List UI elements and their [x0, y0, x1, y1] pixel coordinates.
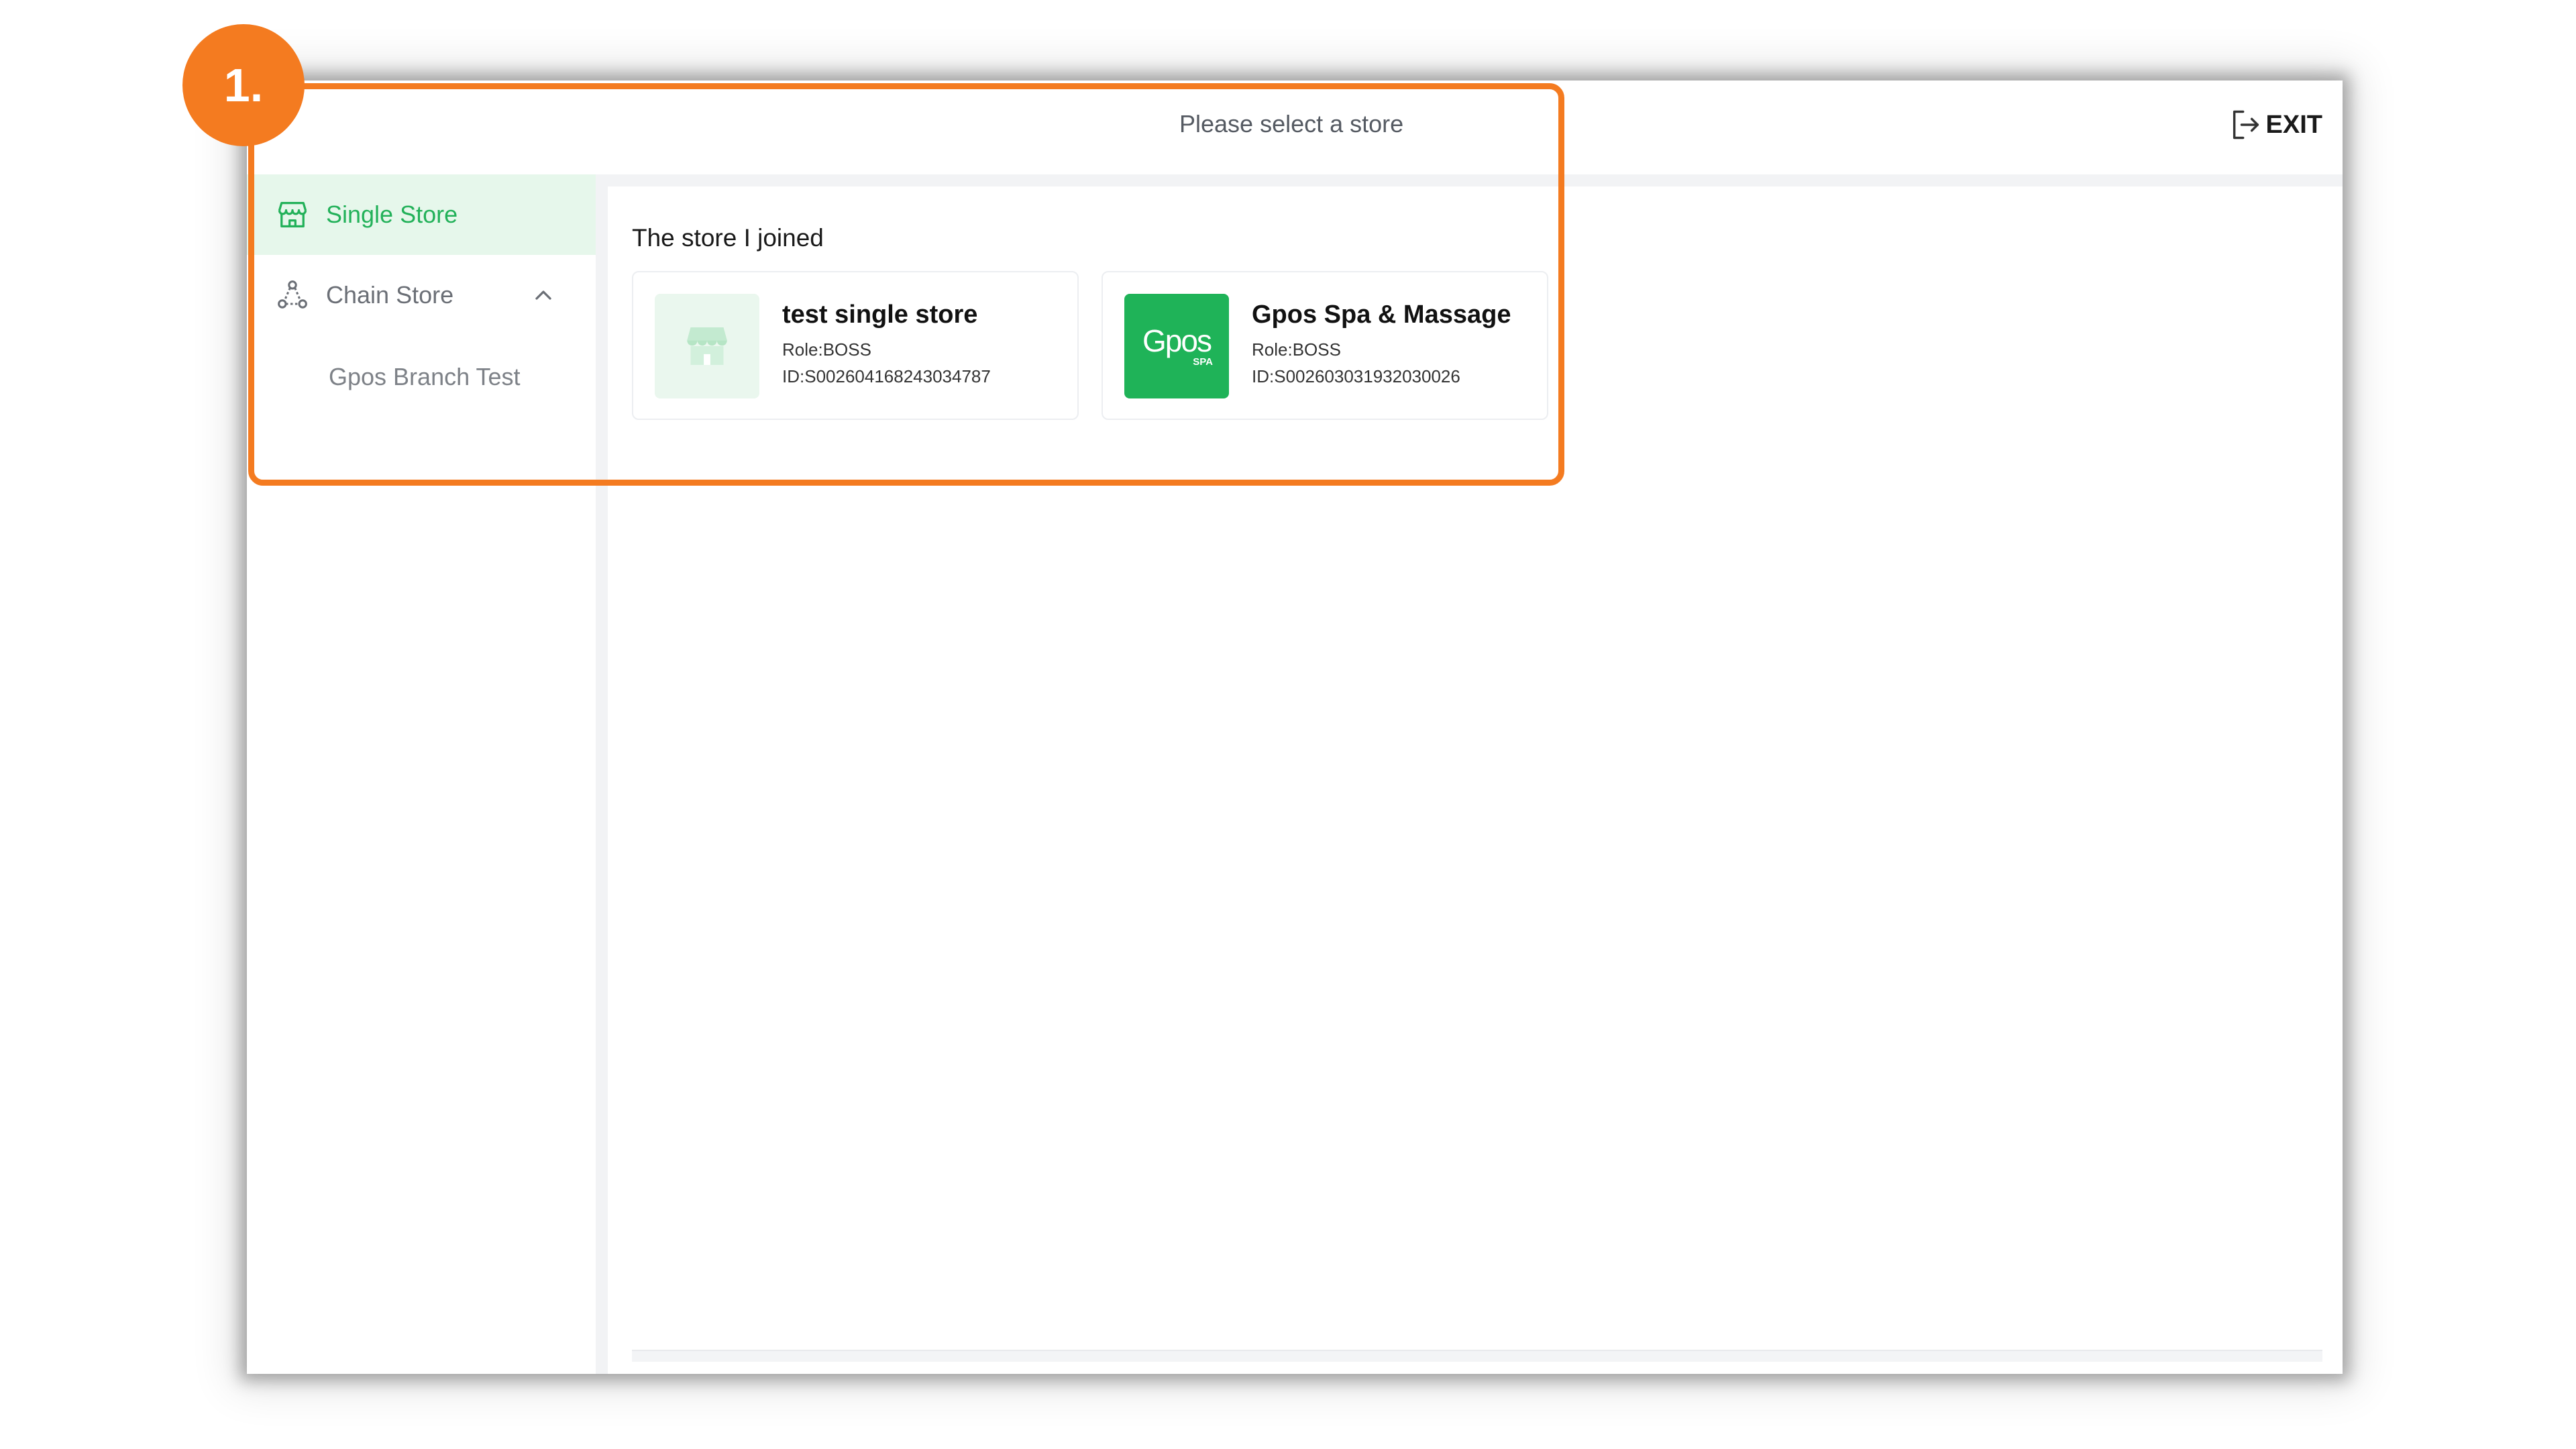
sidebar-item-label: Single Store — [326, 201, 458, 228]
sidebar-item-chain-store[interactable]: Chain Store — [247, 255, 596, 335]
sidebar-item-single-store[interactable]: Single Store — [247, 174, 596, 255]
store-role: Role:BOSS — [1252, 339, 1341, 360]
app-window: Please select a store EXIT Single Store — [247, 80, 2343, 1374]
store-card-gpos-spa-massage[interactable]: Gpos SPA Gpos Spa & Massage Role:BOSS ID… — [1102, 271, 1548, 420]
exit-button[interactable]: EXIT — [2229, 107, 2322, 142]
store-id: ID:S002604168243034787 — [782, 366, 991, 386]
store-card-test-single-store[interactable]: test single store Role:BOSS ID:S00260416… — [632, 271, 1079, 420]
page-title: Please select a store — [1179, 110, 1404, 138]
store-type-sidebar: Single Store Chain Store Gpos Branch Tes… — [247, 174, 608, 1374]
store-id: ID:S002603031932030026 — [1252, 366, 1460, 386]
store-role: Role:BOSS — [782, 339, 871, 360]
store-name: test single store — [782, 301, 978, 329]
store-name: Gpos Spa & Massage — [1252, 301, 1511, 329]
screenshot-stage: Please select a store EXIT Single Store — [0, 0, 2576, 1449]
horizontal-scrollbar[interactable] — [632, 1350, 2322, 1362]
section-title: The store I joined — [632, 224, 824, 252]
logo-text: Gpos — [1142, 323, 1212, 358]
storefront-placeholder-icon — [687, 327, 727, 365]
chevron-up-icon[interactable] — [530, 282, 557, 309]
step-number-badge: 1. — [182, 24, 305, 146]
sidebar-subitem-gpos-branch-test[interactable]: Gpos Branch Test — [247, 335, 596, 419]
exit-label: EXIT — [2265, 110, 2322, 139]
chain-network-icon — [278, 280, 307, 309]
gpos-spa-logo: Gpos SPA — [1124, 294, 1229, 398]
store-thumbnail — [655, 294, 759, 398]
exit-icon — [2233, 110, 2259, 140]
sidebar-item-label: Chain Store — [326, 281, 454, 309]
storefront-icon — [278, 202, 307, 227]
store-list-panel: The store I joined test single store Rol… — [608, 186, 2343, 1374]
logo-subtext: SPA — [1193, 356, 1213, 368]
top-bar: Please select a store EXIT — [247, 80, 2343, 186]
